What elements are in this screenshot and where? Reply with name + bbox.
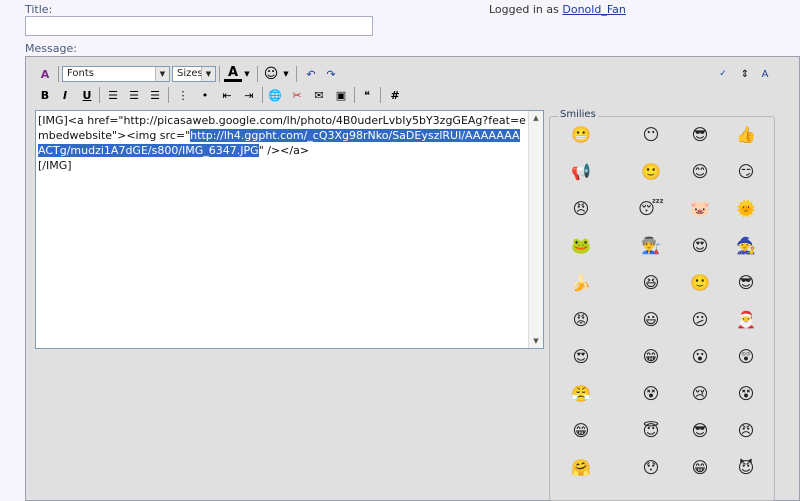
toolbar-separator <box>219 66 220 82</box>
smiley-icon[interactable]: 🐸 <box>568 232 594 258</box>
scroll-down-icon[interactable]: ▼ <box>529 334 543 348</box>
toolbar-separator <box>257 66 258 82</box>
smiley-icon[interactable]: 😊 <box>687 158 713 184</box>
smiley-icon[interactable]: 😴 <box>638 195 664 221</box>
spellcheck-icon[interactable]: ✓ <box>714 65 732 83</box>
smiley-icon[interactable]: 😯 <box>638 454 664 480</box>
smiley-icon[interactable]: 👨‍🏭 <box>638 232 664 258</box>
smiley-icon[interactable]: 😬 <box>568 121 594 147</box>
resize-icon[interactable]: ⇕ <box>736 65 754 83</box>
undo-icon[interactable]: ↶ <box>302 65 320 83</box>
smiley-icon[interactable]: 😆 <box>638 269 664 295</box>
toolbar-separator <box>262 87 263 103</box>
smiley-icon[interactable]: 🙂 <box>687 269 713 295</box>
smiley-icon[interactable]: 🌞 <box>733 195 759 221</box>
smiley-icon[interactable]: 😠 <box>568 195 594 221</box>
chevron-down-icon[interactable]: ▼ <box>242 65 252 83</box>
username-link[interactable]: Donold_Fan <box>562 3 625 16</box>
quote-icon[interactable]: ❝ <box>358 86 376 104</box>
smiley-icon[interactable]: 😎 <box>687 417 713 443</box>
font-select-value: Fonts <box>67 68 94 79</box>
smiley-icon[interactable]: 😮 <box>687 343 713 369</box>
toolbar-separator <box>168 87 169 103</box>
smiley-icon[interactable]: 🎅 <box>733 306 759 332</box>
smiley-icon[interactable]: 🐷 <box>687 195 713 221</box>
align-right-icon[interactable]: ☰ <box>146 86 164 104</box>
smiley-icon[interactable]: ☺ <box>262 65 280 83</box>
smiley-icon[interactable]: 😵 <box>638 380 664 406</box>
smiley-icon[interactable]: 🍌 <box>568 269 594 295</box>
smiley-icon[interactable]: 📢 <box>568 158 594 184</box>
smiley-icon[interactable]: 😲 <box>733 343 759 369</box>
text-color-icon[interactable]: A <box>224 65 242 82</box>
indent-icon[interactable]: ⇥ <box>240 86 258 104</box>
bold-button[interactable]: B <box>36 86 54 104</box>
title-input[interactable] <box>25 16 373 36</box>
smiley-icon[interactable]: 😡 <box>568 306 594 332</box>
toolbar-separator <box>99 87 100 103</box>
email-link-icon[interactable]: ✉ <box>310 86 328 104</box>
message-label: Message: <box>25 42 77 55</box>
chevron-down-icon: ▼ <box>201 67 215 81</box>
redo-icon[interactable]: ↷ <box>322 65 340 83</box>
smiley-icon[interactable]: 😏 <box>733 158 759 184</box>
chevron-down-icon[interactable]: ▼ <box>281 65 291 83</box>
size-select[interactable]: Sizes ▼ <box>172 66 216 82</box>
title-label: Title: <box>25 3 53 16</box>
message-content[interactable]: [IMG]<a href="http://picasaweb.google.co… <box>38 113 526 173</box>
smiley-icon[interactable]: 🙂 <box>638 158 664 184</box>
smiley-icon[interactable]: 😵 <box>733 380 759 406</box>
smiley-icon[interactable]: 😍 <box>687 232 713 258</box>
scroll-up-icon[interactable]: ▲ <box>529 111 543 125</box>
insert-link-icon[interactable]: 🌐 <box>266 86 284 104</box>
code-button[interactable]: # <box>386 86 404 104</box>
align-left-icon[interactable]: ☰ <box>104 86 122 104</box>
message-textarea[interactable]: [IMG]<a href="http://picasaweb.google.co… <box>35 110 544 349</box>
smiley-icon[interactable]: 🧙 <box>733 232 759 258</box>
login-status: Logged in as Donold_Fan <box>489 3 626 16</box>
smiley-icon[interactable]: 😢 <box>687 380 713 406</box>
smiley-icon[interactable]: 😃 <box>638 306 664 332</box>
smiley-icon[interactable]: 👍 <box>733 121 759 147</box>
toolbar-separator <box>380 87 381 103</box>
chevron-down-icon: ▼ <box>155 67 169 81</box>
smiley-icon[interactable]: 😍 <box>568 343 594 369</box>
outdent-icon[interactable]: ⇤ <box>218 86 236 104</box>
smilies-legend: Smilies <box>558 109 598 120</box>
size-select-value: Sizes <box>177 68 203 79</box>
smiley-icon[interactable]: 😶 <box>638 121 664 147</box>
text-direction-icon[interactable]: A <box>756 65 774 83</box>
smiley-icon[interactable]: 😁 <box>568 417 594 443</box>
smiley-icon[interactable]: 😇 <box>638 417 664 443</box>
smiley-icon[interactable]: 😕 <box>687 306 713 332</box>
align-center-icon[interactable]: ☰ <box>125 86 143 104</box>
unlink-icon[interactable]: ✂ <box>288 86 306 104</box>
smiley-icon[interactable]: 😤 <box>568 380 594 406</box>
login-prefix: Logged in as <box>489 3 559 16</box>
textarea-scrollbar[interactable]: ▲ ▼ <box>528 111 543 348</box>
smiley-icon[interactable]: 😁 <box>638 343 664 369</box>
toolbar-separator <box>296 66 297 82</box>
ordered-list-icon[interactable]: ⋮ <box>174 86 192 104</box>
underline-button[interactable]: U <box>78 86 96 104</box>
smiley-icon[interactable]: 😎 <box>733 269 759 295</box>
smiley-icon[interactable]: 😈 <box>733 454 759 480</box>
smiley-icon[interactable]: 😠 <box>733 417 759 443</box>
insert-image-icon[interactable]: ▣ <box>332 86 350 104</box>
font-select[interactable]: Fonts ▼ <box>62 66 170 82</box>
italic-button[interactable]: I <box>56 86 74 104</box>
remove-format-icon[interactable]: A <box>36 65 54 83</box>
smiley-icon[interactable]: 😁 <box>687 454 713 480</box>
smiley-icon[interactable]: 😎 <box>687 121 713 147</box>
unordered-list-icon[interactable]: • <box>196 86 214 104</box>
smiley-icon[interactable]: 🤗 <box>568 454 594 480</box>
toolbar-separator <box>354 87 355 103</box>
toolbar-separator <box>58 66 59 82</box>
